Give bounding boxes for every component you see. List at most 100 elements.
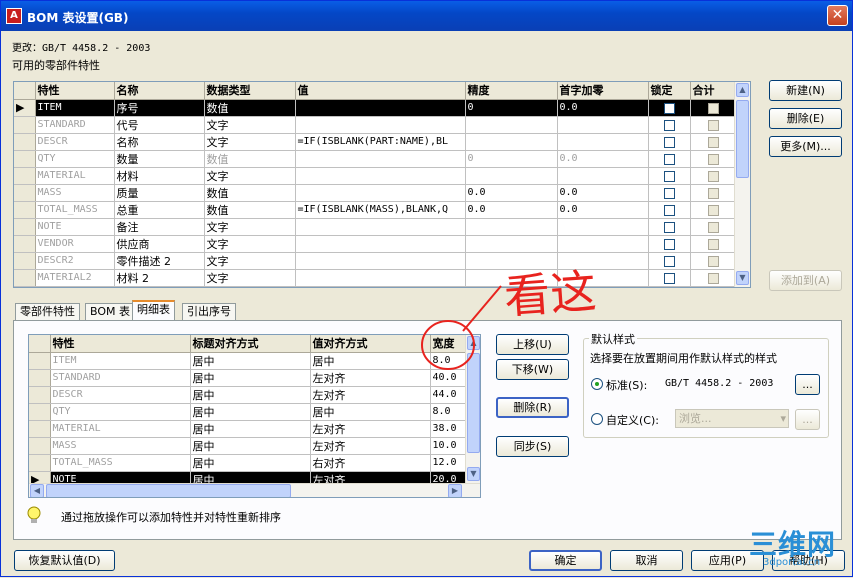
name-cell[interactable]: 代号 bbox=[114, 116, 205, 134]
name-cell[interactable]: 总重 bbox=[114, 201, 205, 219]
name-cell[interactable]: 数量 bbox=[114, 150, 205, 168]
value-align-cell[interactable]: 居中 bbox=[310, 352, 431, 370]
parts-list-vscrollbar[interactable]: ▲ ▼ bbox=[465, 335, 480, 483]
lock-cell[interactable] bbox=[648, 218, 691, 236]
restore-defaults-button[interactable]: 恢复默认值(D) bbox=[14, 550, 115, 571]
total-cell[interactable] bbox=[690, 167, 737, 185]
total-checkbox[interactable] bbox=[707, 272, 719, 284]
add-to-button[interactable]: 添加到(A) bbox=[769, 270, 842, 291]
property-cell[interactable]: QTY bbox=[35, 150, 115, 168]
lock-checkbox[interactable] bbox=[663, 170, 675, 182]
value-align-cell[interactable]: 左对齐 bbox=[310, 420, 431, 438]
precision-cell[interactable]: 0 bbox=[465, 150, 558, 168]
parts-list-grid[interactable]: 特性 标题对齐方式 值对齐方式 宽度 ITEM 居中 居中 8.0 STANDARD 居中… bbox=[28, 334, 481, 498]
sync-button[interactable]: 同步(S) bbox=[496, 436, 569, 457]
tab-parts-list[interactable]: 明细表 bbox=[132, 300, 175, 320]
row-header[interactable] bbox=[14, 269, 36, 287]
row-header[interactable]: ▶ bbox=[14, 99, 36, 117]
value-cell[interactable]: =IF(ISBLANK(MASS),BLANK,Q bbox=[295, 201, 466, 219]
row-header[interactable] bbox=[14, 133, 36, 151]
property-cell[interactable]: TOTAL_MASS bbox=[35, 201, 115, 219]
property-cell[interactable]: VENDOR bbox=[35, 235, 115, 253]
lock-checkbox[interactable] bbox=[663, 238, 675, 250]
name-cell[interactable]: 材料 2 bbox=[114, 269, 205, 287]
datatype-cell[interactable]: 文字 bbox=[204, 269, 296, 287]
leading-zero-cell[interactable] bbox=[557, 167, 649, 185]
title-align-cell[interactable]: 居中 bbox=[190, 403, 311, 421]
lock-cell[interactable] bbox=[648, 116, 691, 134]
table-row[interactable]: NOTE 备注 文字 bbox=[14, 218, 737, 236]
scroll-left-icon[interactable]: ◀ bbox=[30, 484, 44, 497]
property-cell[interactable]: QTY bbox=[50, 403, 191, 421]
chevron-down-icon[interactable]: ▾ bbox=[780, 410, 786, 427]
total-checkbox[interactable] bbox=[707, 119, 719, 131]
col-header-width[interactable]: 宽度 bbox=[430, 335, 467, 353]
lock-cell[interactable] bbox=[648, 201, 691, 219]
datatype-cell[interactable]: 文字 bbox=[204, 252, 296, 270]
lock-checkbox[interactable] bbox=[663, 136, 675, 148]
total-checkbox[interactable] bbox=[707, 255, 719, 267]
precision-cell[interactable] bbox=[465, 116, 558, 134]
scroll-thumb[interactable] bbox=[736, 100, 749, 178]
leading-zero-cell[interactable]: 0.0 bbox=[557, 99, 649, 117]
move-up-button[interactable]: 上移(U) bbox=[496, 334, 569, 355]
new-button[interactable]: 新建(N) bbox=[769, 80, 842, 101]
total-cell[interactable] bbox=[690, 269, 737, 287]
scroll-down-icon[interactable]: ▼ bbox=[467, 467, 480, 481]
property-cell[interactable]: ITEM bbox=[50, 352, 191, 370]
tab-part-properties[interactable]: 零部件特性 bbox=[15, 303, 80, 320]
total-cell[interactable] bbox=[690, 252, 737, 270]
row-header[interactable] bbox=[14, 235, 36, 253]
total-cell[interactable] bbox=[690, 235, 737, 253]
table-row[interactable]: MASS 居中 左对齐 10.0 bbox=[29, 437, 467, 455]
property-cell[interactable]: DESCR2 bbox=[35, 252, 115, 270]
row-header[interactable] bbox=[14, 150, 36, 168]
table-row[interactable]: MATERIAL2 材料 2 文字 bbox=[14, 269, 737, 287]
datatype-cell[interactable]: 文字 bbox=[204, 218, 296, 236]
name-cell[interactable]: 备注 bbox=[114, 218, 205, 236]
total-checkbox[interactable] bbox=[707, 221, 719, 233]
more-button[interactable]: 更多(M)... bbox=[769, 136, 842, 157]
properties-grid[interactable]: 特性 名称 数据类型 值 精度 首字加零 锁定 合计 ▶ ITEM 序号 数值 0 0.0… bbox=[13, 81, 751, 288]
width-cell[interactable]: 10.0 bbox=[430, 437, 467, 455]
title-align-cell[interactable]: 居中 bbox=[190, 352, 311, 370]
title-align-cell[interactable]: 居中 bbox=[190, 437, 311, 455]
col-header-value-align[interactable]: 值对齐方式 bbox=[310, 335, 431, 353]
width-cell[interactable]: 44.0 bbox=[430, 386, 467, 404]
value-align-cell[interactable]: 左对齐 bbox=[310, 369, 431, 387]
property-cell[interactable]: DESCR bbox=[35, 133, 115, 151]
property-cell[interactable]: STANDARD bbox=[50, 369, 191, 387]
total-cell[interactable] bbox=[690, 201, 737, 219]
datatype-cell[interactable]: 文字 bbox=[204, 235, 296, 253]
col-header-title-align[interactable]: 标题对齐方式 bbox=[190, 335, 311, 353]
custom-radio[interactable] bbox=[591, 413, 603, 425]
precision-cell[interactable] bbox=[465, 235, 558, 253]
name-cell[interactable]: 序号 bbox=[114, 99, 205, 117]
property-cell[interactable]: MATERIAL2 bbox=[35, 269, 115, 287]
col-header-total[interactable]: 合计 bbox=[690, 82, 737, 100]
name-cell[interactable]: 名称 bbox=[114, 133, 205, 151]
table-row[interactable]: QTY 居中 居中 8.0 bbox=[29, 403, 467, 421]
title-align-cell[interactable]: 居中 bbox=[190, 420, 311, 438]
row-header[interactable] bbox=[14, 167, 36, 185]
property-cell[interactable]: STANDARD bbox=[35, 116, 115, 134]
lock-cell[interactable] bbox=[648, 269, 691, 287]
lock-checkbox[interactable] bbox=[663, 255, 675, 267]
lock-cell[interactable] bbox=[648, 99, 691, 117]
scroll-right-icon[interactable]: ▶ bbox=[448, 484, 462, 497]
leading-zero-cell[interactable]: 0.0 bbox=[557, 201, 649, 219]
table-row[interactable]: DESCR 名称 文字 =IF(ISBLANK(PART:NAME),BL bbox=[14, 133, 737, 151]
lock-checkbox[interactable] bbox=[663, 119, 675, 131]
value-cell[interactable] bbox=[295, 184, 466, 202]
row-header[interactable] bbox=[29, 369, 51, 387]
col-header-lock[interactable]: 锁定 bbox=[648, 82, 691, 100]
name-cell[interactable]: 零件描述 2 bbox=[114, 252, 205, 270]
total-checkbox[interactable] bbox=[707, 187, 719, 199]
value-cell[interactable] bbox=[295, 252, 466, 270]
lock-checkbox[interactable] bbox=[663, 102, 675, 114]
close-icon[interactable]: ✕ bbox=[827, 5, 848, 26]
precision-cell[interactable]: 0.0 bbox=[465, 201, 558, 219]
table-row[interactable]: ▶ ITEM 序号 数值 0 0.0 bbox=[14, 99, 737, 117]
title-align-cell[interactable]: 居中 bbox=[190, 386, 311, 404]
value-cell[interactable] bbox=[295, 116, 466, 134]
